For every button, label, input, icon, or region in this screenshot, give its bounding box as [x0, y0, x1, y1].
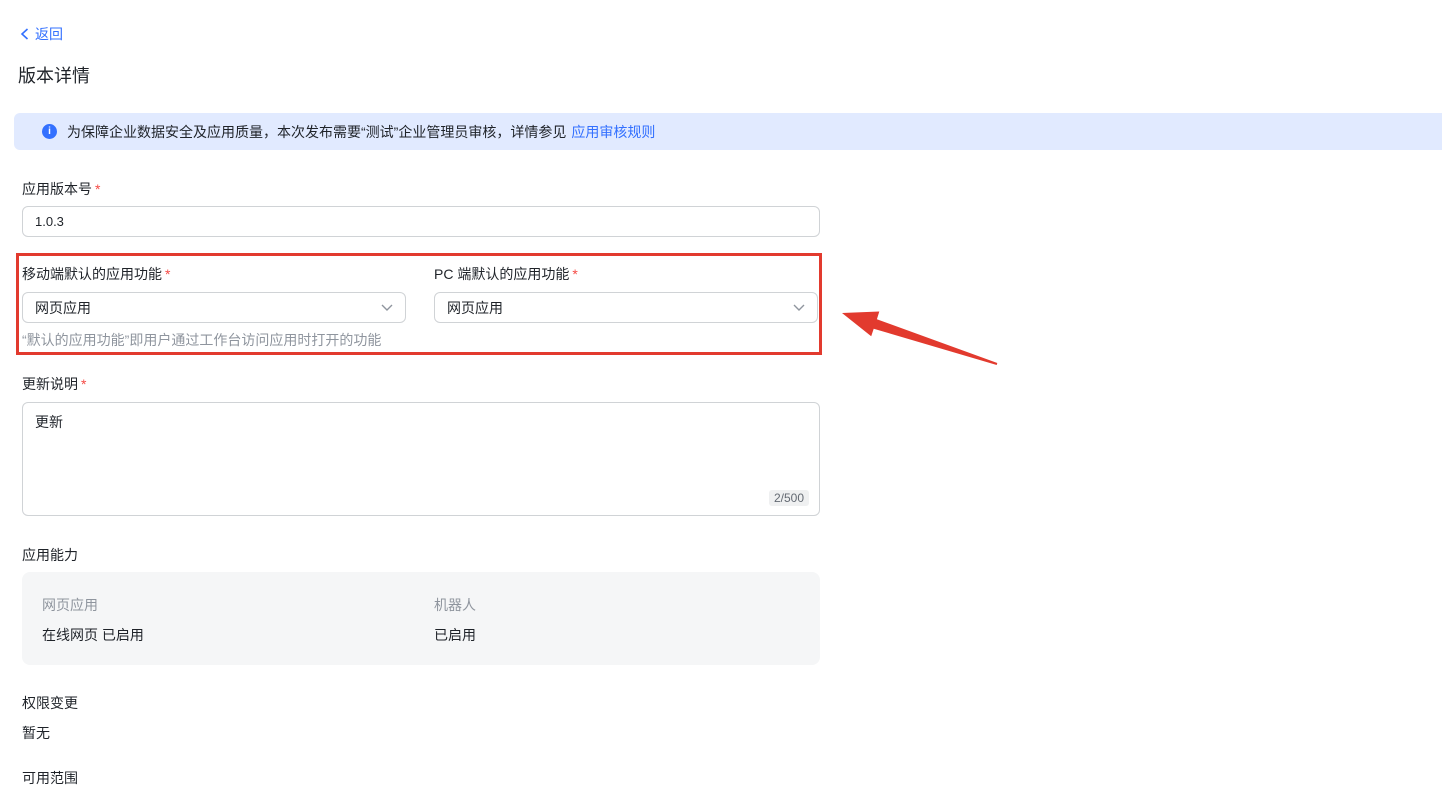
pc-default-select[interactable]: 网页应用: [434, 292, 818, 323]
page-title: 版本详情: [18, 62, 90, 88]
update-notes-label-text: 更新说明: [22, 376, 78, 392]
permission-change-heading: 权限变更: [22, 693, 78, 713]
update-notes-label: 更新说明*: [22, 374, 86, 394]
capability-status: 在线网页 已启用: [42, 625, 144, 645]
required-mark: *: [81, 376, 86, 392]
pc-default-label: PC 端默认的应用功能*: [434, 264, 578, 284]
required-mark: *: [165, 266, 170, 282]
pc-default-select-value: 网页应用: [447, 298, 503, 318]
mobile-default-select-value: 网页应用: [35, 298, 91, 318]
chevron-left-icon: [20, 28, 29, 40]
version-input[interactable]: [22, 206, 820, 237]
version-label-text: 应用版本号: [22, 181, 92, 197]
version-label: 应用版本号*: [22, 179, 100, 199]
capability-name: 网页应用: [42, 595, 98, 615]
capability-status: 已启用: [434, 625, 476, 645]
info-banner: i 为保障企业数据安全及应用质量，本次发布需要“测试”企业管理员审核，详情参见 …: [14, 113, 1442, 150]
back-link[interactable]: 返回: [20, 24, 63, 44]
capabilities-heading: 应用能力: [22, 545, 78, 565]
required-mark: *: [572, 266, 577, 282]
char-counter: 2/500: [769, 490, 809, 506]
update-notes-field: 2/500: [22, 402, 820, 516]
banner-text: 为保障企业数据安全及应用质量，本次发布需要“测试”企业管理员审核，详情参见: [67, 122, 566, 142]
info-icon: i: [42, 124, 57, 139]
default-feature-hint: “默认的应用功能”即用户通过工作台访问应用时打开的功能: [22, 330, 381, 350]
chevron-down-icon: [381, 304, 393, 311]
mobile-default-select[interactable]: 网页应用: [22, 292, 406, 323]
update-notes-textarea[interactable]: [23, 403, 819, 515]
review-rules-link[interactable]: 应用审核规则: [571, 122, 655, 142]
permission-change-value: 暂无: [22, 723, 50, 743]
capability-name: 机器人: [434, 595, 476, 615]
annotation-arrow: [830, 305, 1002, 371]
mobile-default-label-text: 移动端默认的应用功能: [22, 266, 162, 282]
availability-heading: 可用范围: [22, 768, 78, 788]
pc-default-label-text: PC 端默认的应用功能: [434, 266, 569, 282]
mobile-default-label: 移动端默认的应用功能*: [22, 264, 170, 284]
back-link-label: 返回: [35, 24, 63, 44]
chevron-down-icon: [793, 304, 805, 311]
version-detail-page: 返回 版本详情 i 为保障企业数据安全及应用质量，本次发布需要“测试”企业管理员…: [0, 0, 1442, 790]
required-mark: *: [95, 181, 100, 197]
capabilities-panel: 网页应用 在线网页 已启用 机器人 已启用: [22, 572, 820, 665]
